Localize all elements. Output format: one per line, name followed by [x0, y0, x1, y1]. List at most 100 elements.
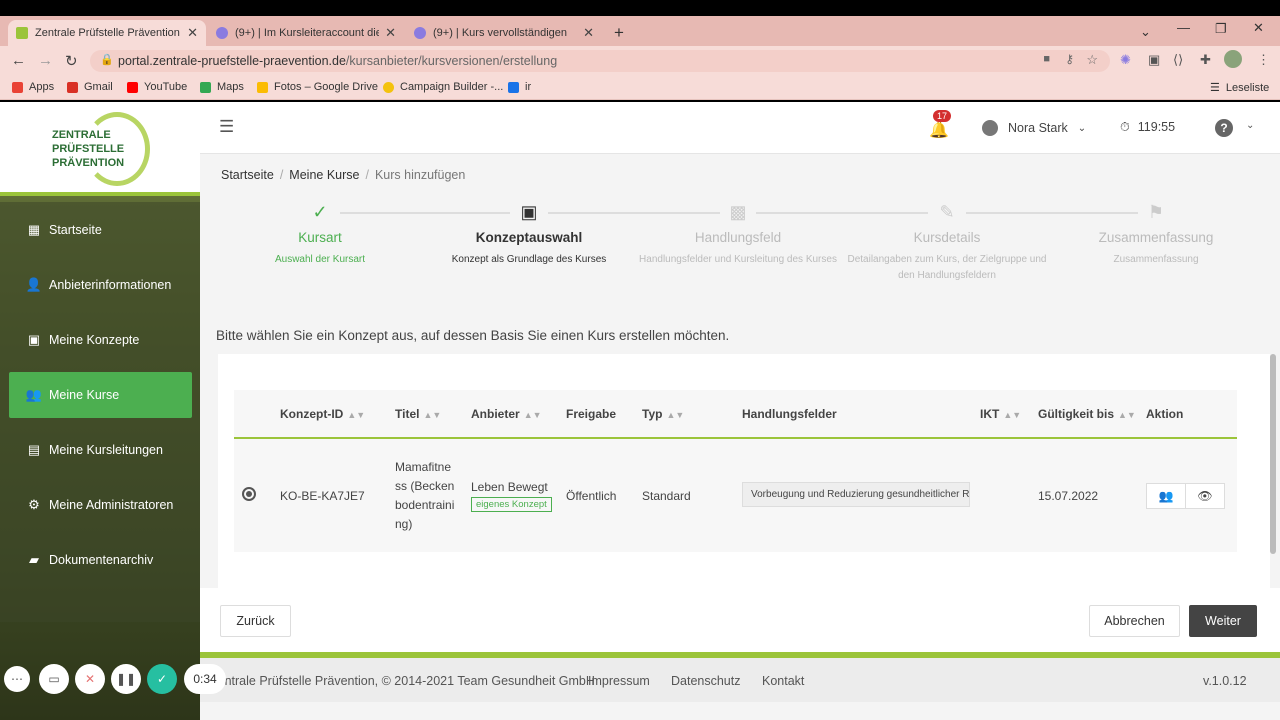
pause-icon[interactable]: ❚❚: [111, 664, 141, 694]
close-window-icon[interactable]: ✕: [1253, 20, 1264, 36]
user-menu[interactable]: Nora Stark ⌄: [982, 120, 1086, 136]
back-arrow-icon[interactable]: ←: [11, 52, 26, 69]
sidebar-item-anbieterinformationen[interactable]: 👤 Anbieterinformationen: [9, 262, 192, 308]
browser-tab-2[interactable]: (9+) | Im Kursleiteraccount die Ei ✕: [208, 20, 404, 46]
browser-tab-3[interactable]: (9+) | Kurs vervollständigen ✕: [406, 20, 602, 46]
new-tab-button[interactable]: +: [606, 20, 636, 46]
breadcrumb-link-meine-kurse[interactable]: Meine Kurse: [289, 168, 359, 182]
sidebar-item-startseite[interactable]: ▦ Startseite: [9, 207, 192, 253]
reload-icon[interactable]: ↻: [65, 52, 78, 70]
bookmark-label: ir: [525, 81, 532, 93]
more-dots-icon[interactable]: ⋯: [4, 666, 30, 692]
youtube-icon: [127, 81, 138, 93]
community-favicon-icon: [216, 27, 228, 39]
extension-community-icon[interactable]: ✺: [1120, 52, 1131, 68]
header-label: Titel: [395, 406, 420, 421]
step-title: Kursart: [298, 230, 342, 245]
forward-arrow-icon[interactable]: →: [38, 52, 53, 69]
bookmark-label: Gmail: [84, 81, 113, 93]
cell-titel: Mamafitness (Beckenbodentraining): [387, 438, 463, 552]
extension-pocket-icon[interactable]: ▣: [1148, 52, 1160, 68]
address-bar[interactable]: 🔒 portal.zentrale-pruefstelle-praeventio…: [90, 50, 1110, 72]
main-content: ☰ 🔔 17 Nora Stark ⌄ ⏱ 119:55 ? ⌄ Startseit…: [200, 102, 1280, 720]
bookmark-drive[interactable]: Fotos – Google Drive: [257, 81, 378, 93]
profile-avatar-icon[interactable]: [1224, 50, 1242, 68]
bookmark-campaign-builder[interactable]: Campaign Builder -...: [383, 81, 503, 93]
column-header-ikt[interactable]: IKT ▲▼: [972, 390, 1030, 439]
step-kursart[interactable]: ✓ Kursart Auswahl der Kursart: [220, 202, 420, 268]
sidebar-item-meine-administratoren[interactable]: ⚙ Meine Administratoren: [9, 482, 192, 528]
view-eye-icon[interactable]: 👁: [1185, 482, 1225, 509]
minimize-icon[interactable]: —: [1177, 20, 1190, 35]
cancel-button[interactable]: Abbrechen: [1089, 605, 1180, 637]
app-footer: Zentrale Prüfstelle Prävention, © 2014-2…: [200, 658, 1280, 702]
logo[interactable]: ZENTRALE PRÜFSTELLE PRÄVENTION: [0, 102, 200, 196]
chevron-down-icon[interactable]: ⌄: [1246, 120, 1254, 131]
cell-anbieter: Leben Bewegt eigenes Konzept: [463, 438, 558, 552]
sidebar-item-meine-kurse[interactable]: 👥 Meine Kurse: [9, 372, 192, 418]
bell-icon[interactable]: 🔔: [929, 120, 949, 140]
column-header-anbieter[interactable]: Anbieter ▲▼: [463, 390, 558, 439]
breadcrumb-link-startseite[interactable]: Startseite: [221, 168, 274, 182]
extension-code-icon[interactable]: ⟨⟩: [1173, 52, 1183, 68]
contact-link[interactable]: Kontakt: [762, 674, 804, 688]
campaign-icon: [383, 81, 394, 93]
maximize-icon[interactable]: ❐: [1215, 21, 1227, 37]
logo-line: PRÄVENTION: [52, 157, 125, 169]
bookmark-gmail[interactable]: Gmail: [67, 81, 113, 93]
maps-pin-icon: [200, 81, 211, 93]
folder-icon: ▰: [29, 552, 39, 567]
sidebar-item-dokumentenarchiv[interactable]: ▰ Dokumentenarchiv: [9, 537, 192, 583]
concept-table-card: Konzept-ID ▲▼ Titel ▲▼ Anbieter ▲▼ Freigabe…: [218, 354, 1270, 590]
column-header-typ[interactable]: Typ ▲▼: [634, 390, 734, 439]
checkmark-icon: ✓: [312, 202, 328, 222]
bookmark-apps[interactable]: Apps: [12, 81, 54, 93]
tab-search-icon[interactable]: ⌄: [1140, 24, 1151, 40]
sidebar-item-meine-konzepte[interactable]: ▣ Meine Konzepte: [9, 317, 192, 363]
close-tab-icon[interactable]: ✕: [385, 25, 396, 41]
step-konzeptauswahl[interactable]: ▣ Konzeptauswahl Konzept als Grundlage d…: [429, 202, 629, 268]
imprint-link[interactable]: Impressum: [588, 674, 650, 688]
column-header-konzept-id[interactable]: Konzept-ID ▲▼: [272, 390, 387, 439]
close-tab-icon[interactable]: ✕: [583, 25, 594, 41]
breadcrumb-current: Kurs hinzufügen: [374, 168, 466, 182]
discard-icon[interactable]: ✕: [75, 664, 105, 694]
own-concept-tag: eigenes Konzept: [471, 496, 552, 512]
cell-typ: Standard: [634, 438, 734, 552]
cell-handlungsfelder: Vorbeugung und Reduzierung gesundheitlic…: [734, 438, 972, 552]
step-title: Konzeptauswahl: [475, 230, 583, 245]
sidebar-item-meine-kursleitungen[interactable]: ▤ Meine Kursleitungen: [9, 427, 192, 473]
close-tab-icon[interactable]: ✕: [187, 25, 198, 41]
table-row[interactable]: KO-BE-KA7JE7 Mamafitness (Beckenbodentra…: [234, 438, 1237, 552]
assign-trainer-icon[interactable]: 👥: [1146, 482, 1186, 509]
extensions-puzzle-icon[interactable]: ✚: [1200, 52, 1211, 68]
url-path: /kursanbieter/kursversionen/erstellung: [345, 54, 558, 68]
column-header-titel[interactable]: Titel ▲▼: [387, 390, 463, 439]
next-button[interactable]: Weiter: [1189, 605, 1257, 637]
bookmark-ir[interactable]: ir: [508, 81, 531, 93]
tab-title: Zentrale Prüfstelle Prävention - K: [35, 27, 182, 39]
browser-tab-1[interactable]: Zentrale Prüfstelle Prävention - K ✕: [8, 20, 206, 46]
star-icon[interactable]: ☆: [1086, 52, 1098, 68]
camera-icon[interactable]: ■: [1043, 53, 1050, 65]
bookmark-youtube[interactable]: YouTube: [127, 81, 187, 93]
row-select-cell[interactable]: [234, 438, 272, 552]
back-button[interactable]: Zurück: [220, 605, 291, 637]
community-favicon-icon: [414, 27, 426, 39]
key-icon[interactable]: ⚷: [1065, 52, 1074, 66]
bookmark-maps[interactable]: Maps: [200, 81, 244, 93]
cell-freigabe: Öffentlich: [558, 438, 634, 552]
camera-toggle-icon[interactable]: ▭: [39, 664, 69, 694]
browser-menu-icon[interactable]: ⋮: [1257, 52, 1270, 68]
hamburger-menu-icon[interactable]: ☰: [219, 117, 234, 137]
breadcrumb-separator: /: [279, 168, 284, 182]
finish-check-icon[interactable]: ✓: [147, 664, 177, 694]
reading-list-label: Leseliste: [1225, 81, 1270, 94]
scrollbar[interactable]: [1270, 354, 1276, 554]
privacy-link[interactable]: Datenschutz: [671, 674, 740, 688]
column-header-gueltigkeit[interactable]: Gültigkeit bis ▲▼: [1030, 390, 1138, 439]
reading-list[interactable]: ☰ Leseliste: [1210, 81, 1270, 95]
sidebar-item-label: Meine Kursleitungen: [49, 443, 163, 457]
row-radio-selected[interactable]: [242, 487, 256, 501]
help-icon[interactable]: ?: [1215, 119, 1233, 137]
